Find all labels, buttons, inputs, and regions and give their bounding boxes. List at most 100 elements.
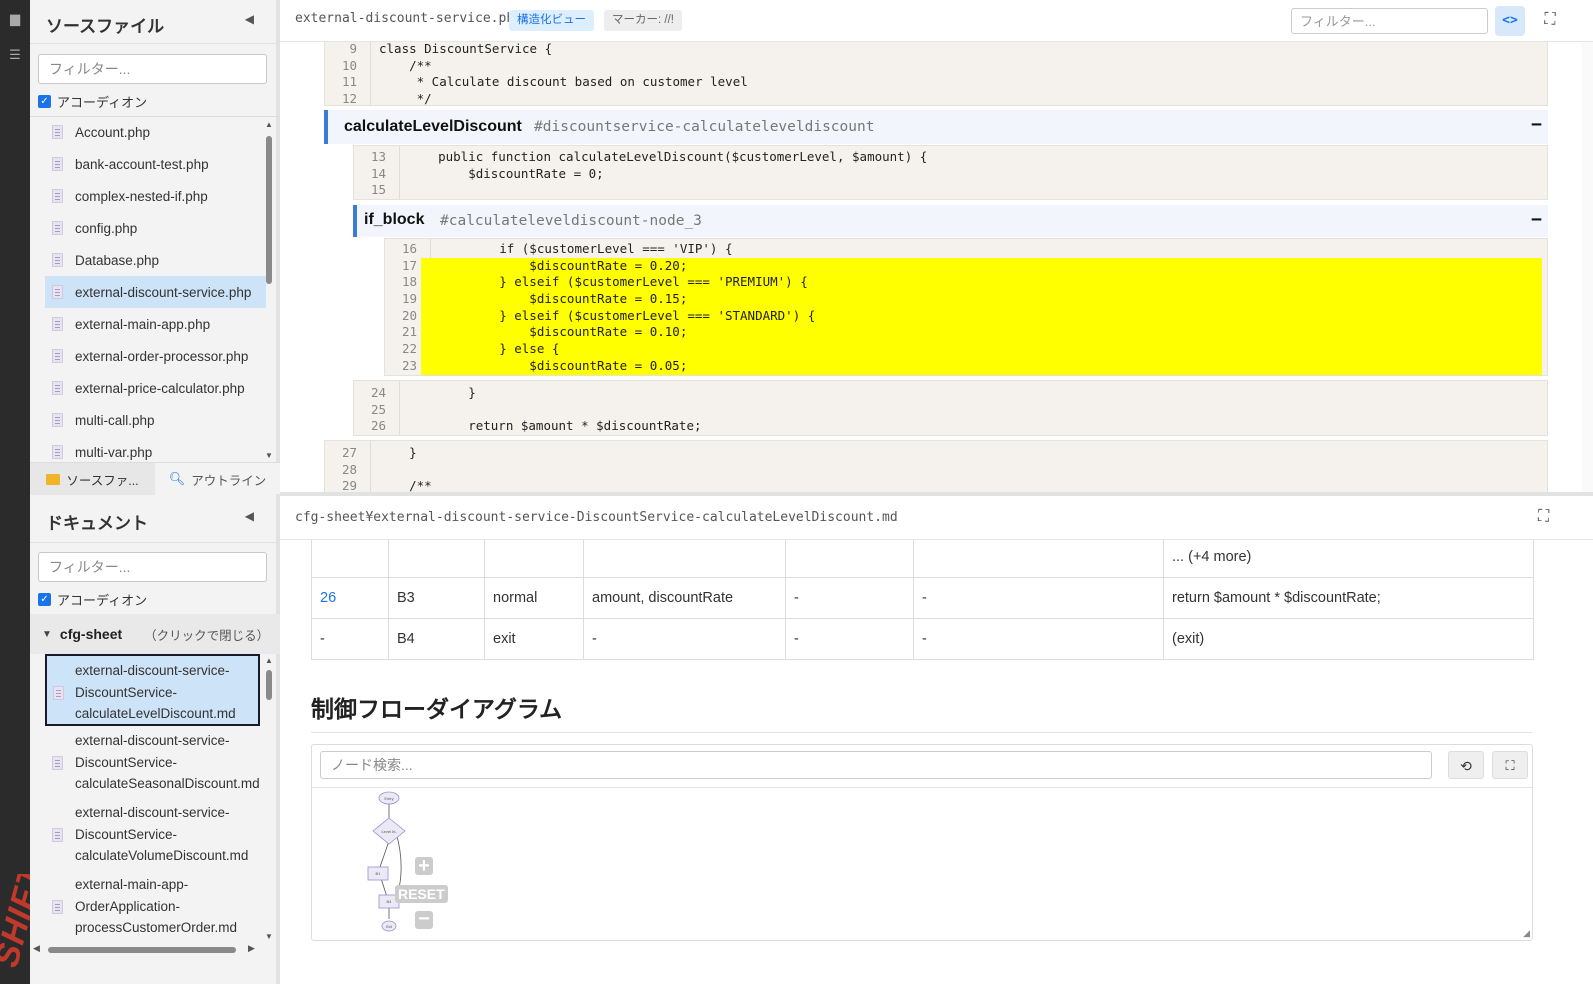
file-item[interactable]: complex-nested-if.php [30,180,266,212]
tree-folder-cfg-sheet[interactable]: ▼ cfg-sheet （クリックで閉じる） [30,614,280,654]
file-icon [52,221,63,235]
svg-text:B4: B4 [387,899,393,904]
accordion-label: アコーディオン [57,95,148,110]
fullscreen-icon[interactable]: ⛶ [1538,508,1549,526]
file-item[interactable]: Account.php [30,116,266,148]
structured-view-badge[interactable]: 構造化ビュー [509,10,594,31]
file-item[interactable]: Database.php [30,244,266,276]
search-icon: 🔍︎ [168,471,186,486]
file-item[interactable]: multi-call.php [30,404,266,436]
file-icon [52,285,63,299]
marker-badge: マーカー: //! [604,10,682,31]
file-item[interactable]: bank-account-test.php [30,148,266,180]
table-cell: - [311,618,389,660]
fullscreen-icon[interactable]: ⛶ [1492,751,1528,779]
scroll-left-icon[interactable]: ◀ [33,943,40,954]
activity-rail: ▆ ☰ SHIFT [0,0,30,984]
doc-accordion-toggle[interactable]: ✓ アコーディオン [38,590,147,609]
code-block-class: 9 class DiscountService {10 /** 11 * Calcu… [324,42,1548,106]
file-icon [52,756,63,770]
line-link[interactable]: 26 [311,577,389,619]
doc-list-hscrollbar[interactable]: ◀ ▶ [30,943,266,955]
checkbox-checked-icon[interactable]: ✓ [38,593,51,606]
collapse-node-button[interactable]: − [1531,114,1542,135]
structured-code-view: 9 class DiscountService {10 /** 11 * Calcu… [280,42,1580,492]
table-cell: amount, discountRate [583,577,786,619]
file-item[interactable]: config.php [30,212,266,244]
file-item[interactable]: multi-var.php [30,436,266,464]
panels-icon[interactable]: ☰ [5,46,25,64]
svg-text:B1: B1 [376,871,382,876]
table-cell: - [913,618,1164,660]
editor-filter-input[interactable] [1291,8,1488,34]
collapse-node-button[interactable]: − [1531,209,1542,230]
fullscreen-icon[interactable]: ⛶ [1540,10,1560,30]
accordion-toggle[interactable]: ✓ アコーディオン [38,92,147,111]
scroll-down-icon[interactable]: ▼ [265,932,273,941]
file-icon [52,157,63,171]
file-icon [53,686,64,700]
folder-icon [46,473,61,485]
scroll-up-icon[interactable]: ▲ [265,120,273,129]
document-path: cfg-sheet¥external-discount-service-Disc… [295,510,898,525]
collapse-left-icon[interactable]: ◀ [245,509,254,523]
file-icon [52,189,63,203]
editor-filename: external-discount-service.php [295,11,522,26]
scroll-right-icon[interactable]: ▶ [248,943,255,954]
cfg-table: ... (+4 more) 26 B3 normal amount, discountR… [311,540,1534,660]
checkbox-checked-icon[interactable]: ✓ [38,95,51,108]
node-header-if-block[interactable]: if_block #calculateleveldiscount-node_3 … [353,205,1548,237]
tab-source-files[interactable]: ソースファ... [30,463,155,495]
scroll-down-icon[interactable]: ▼ [265,451,273,460]
file-item[interactable]: external-main-app.php [30,308,266,340]
zoom-in-icon[interactable]: + [415,856,433,876]
table-row: - B4 exit - - - (exit) [311,618,1534,660]
table-cell: - [785,618,914,660]
table-cell: - [785,577,914,619]
collapse-left-icon[interactable]: ◀ [245,12,254,26]
svg-text:Entry: Entry [384,796,393,801]
doc-filter-input[interactable] [38,552,267,582]
source-file-list: Account.php bank-account-test.php complex-… [30,116,266,464]
code-line: 25 [370,401,386,417]
zoom-out-icon[interactable]: − [415,909,433,929]
document-item[interactable]: external-discount-service- DiscountServic… [30,726,266,798]
document-item[interactable]: external-discount-service- DiscountServic… [45,654,260,726]
sidebar: ソースファイル ◀ ✓ アコーディオン Account.phpbank-acco… [30,0,280,984]
flow-diagram[interactable]: Entry Level bL B1 B4 Exit [352,789,552,939]
editor-scrollbar[interactable] [1582,42,1593,492]
editor-toolbar: external-discount-service.php 構造化ビュー マーカ… [280,0,1593,42]
file-item[interactable]: external-order-processor.php [30,340,266,372]
document-item[interactable]: external-discount-service- DiscountServic… [30,798,266,870]
file-icon [52,349,63,363]
source-files-header: ソースファイル ◀ [30,0,280,44]
table-cell: return $amount * $discountRate; [1163,577,1534,619]
document-body: ... (+4 more) 26 B3 normal amount, discountR… [280,540,1593,984]
code-line: 21 $discountRate = 0.10; [402,324,1542,342]
folder-icon[interactable]: ▆ [5,10,25,28]
source-filter-input[interactable] [38,54,267,84]
doc-list-scrollbar[interactable]: ▲ ▼ [263,656,275,941]
source-list-scrollbar[interactable]: ▲ ▼ [263,120,275,460]
sidebar-bottom-tabs: ソースファ... 🔍︎ アウトライン [30,462,280,495]
svg-text:Exit: Exit [386,925,392,929]
documents-title: ドキュメント [46,514,148,533]
reset-view-icon[interactable]: ⟲ [1448,751,1484,779]
resize-handle-icon[interactable]: ◢ [1523,928,1530,939]
reset-zoom-button[interactable]: RESET [395,885,448,903]
table-cell: - [913,577,1164,619]
document-item[interactable]: external-main-app- OrderApplication-proce… [30,870,266,939]
tab-outline[interactable]: 🔍︎ アウトライン [155,463,280,495]
table-cell: B3 [388,577,485,619]
code-line: 16 if ($customerLevel === 'VIP') { [401,241,733,256]
code-line: 22 } else { [402,341,1542,358]
code-line: 20 } elseif ($customerLevel === 'STANDAR… [402,307,1542,325]
scroll-up-icon[interactable]: ▲ [265,656,273,665]
file-item[interactable]: external-discount-service.php [45,276,266,308]
file-item[interactable]: external-price-calculator.php [30,372,266,404]
code-view-button[interactable]: <> [1495,6,1525,36]
file-icon [52,381,63,395]
node-search-input[interactable] [320,751,1432,779]
code-line: 23 $discountRate = 0.05; [402,357,1542,375]
node-header-calculateLevelDiscount[interactable]: calculateLevelDiscount #discountservice-… [324,110,1548,144]
